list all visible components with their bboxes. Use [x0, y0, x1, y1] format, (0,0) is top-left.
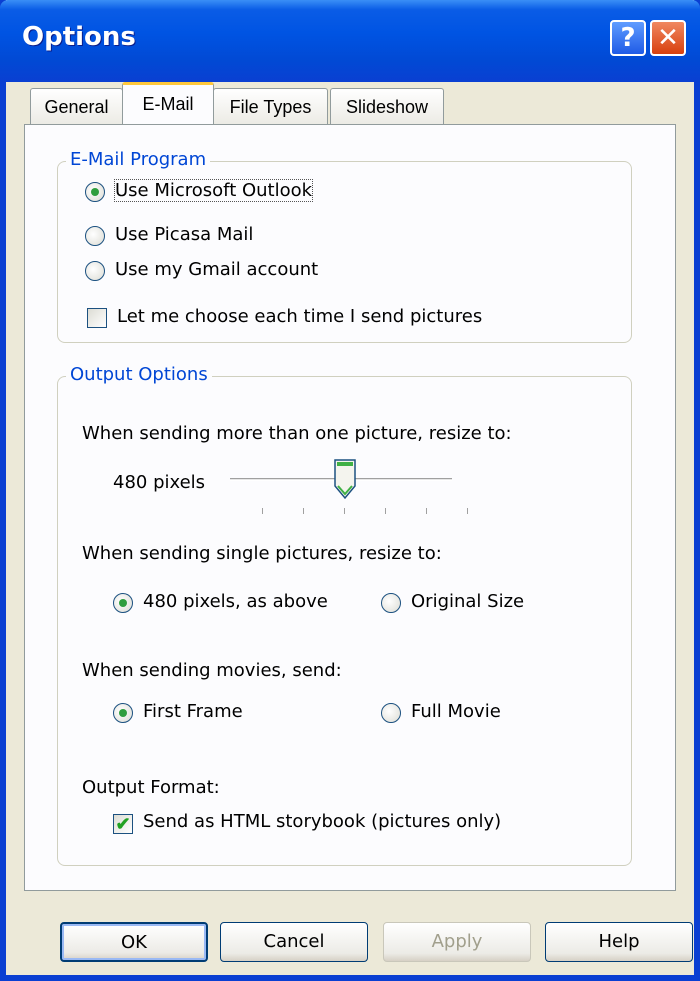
tab-slideshow[interactable]: Slideshow [330, 88, 444, 124]
tab-email-label: E-Mail [142, 94, 194, 114]
tab-general[interactable]: General [30, 88, 123, 124]
ok-button-label: OK [121, 932, 147, 953]
choose-each-time-label[interactable]: Let me choose each time I send pictures [117, 306, 482, 327]
original-size-radio-label[interactable]: Original Size [411, 591, 524, 612]
single-480-radio-label[interactable]: 480 pixels, as above [143, 591, 328, 612]
resize-single-label: When sending single pictures, resize to: [82, 543, 442, 564]
single-480-radio[interactable] [113, 593, 133, 613]
apply-button-label: Apply [431, 931, 483, 952]
cancel-button[interactable]: Cancel [220, 922, 368, 962]
first-frame-radio-label[interactable]: First Frame [143, 701, 243, 722]
first-frame-radio[interactable] [113, 703, 133, 723]
slider-tick [262, 508, 263, 514]
slider-tick [385, 508, 386, 514]
slider-tick [426, 508, 427, 514]
help-title-button[interactable]: ? [610, 20, 646, 56]
help-button[interactable]: Help [545, 922, 693, 962]
output-options-legend: Output Options [66, 364, 212, 385]
question-mark-icon: ? [620, 23, 636, 53]
cancel-button-label: Cancel [263, 931, 325, 952]
check-mark-icon: ✔ [115, 814, 131, 834]
tab-email[interactable]: E-Mail [122, 82, 214, 124]
full-movie-radio-label[interactable]: Full Movie [411, 701, 501, 722]
outlook-radio-label[interactable]: Use Microsoft Outlook [113, 179, 314, 202]
storybook-checkbox-label[interactable]: Send as HTML storybook (pictures only) [143, 811, 501, 832]
resize-slider-thumb[interactable] [333, 458, 357, 500]
tab-general-label: General [44, 97, 109, 117]
tab-slideshow-label: Slideshow [345, 97, 429, 117]
original-size-radio[interactable] [381, 593, 401, 613]
output-format-label: Output Format: [82, 777, 220, 798]
ok-button[interactable]: OK [60, 922, 208, 962]
slider-tick [344, 508, 345, 514]
movies-label: When sending movies, send: [82, 660, 342, 681]
help-button-label: Help [598, 931, 640, 952]
slider-value-label: 480 pixels [113, 472, 206, 493]
choose-each-time-checkbox[interactable] [87, 308, 107, 328]
gmail-radio-label[interactable]: Use my Gmail account [115, 259, 318, 280]
outlook-radio[interactable] [85, 182, 105, 202]
close-button[interactable]: ✕ [650, 20, 686, 56]
picasa-mail-radio-label[interactable]: Use Picasa Mail [115, 224, 253, 245]
title-bar[interactable]: Options ? ✕ [0, 0, 700, 82]
email-program-legend: E-Mail Program [66, 149, 211, 170]
picasa-mail-radio[interactable] [85, 226, 105, 246]
full-movie-radio[interactable] [381, 703, 401, 723]
gmail-radio[interactable] [85, 261, 105, 281]
tab-file-types-label: File Types [229, 97, 312, 117]
storybook-checkbox[interactable]: ✔ [113, 814, 133, 834]
tab-file-types[interactable]: File Types [213, 88, 328, 124]
apply-button[interactable]: Apply [383, 922, 531, 962]
close-icon: ✕ [657, 23, 679, 53]
slider-tick [467, 508, 468, 514]
slider-tick [303, 508, 304, 514]
resize-multi-label: When sending more than one picture, resi… [82, 423, 512, 444]
window-title: Options [22, 22, 136, 52]
